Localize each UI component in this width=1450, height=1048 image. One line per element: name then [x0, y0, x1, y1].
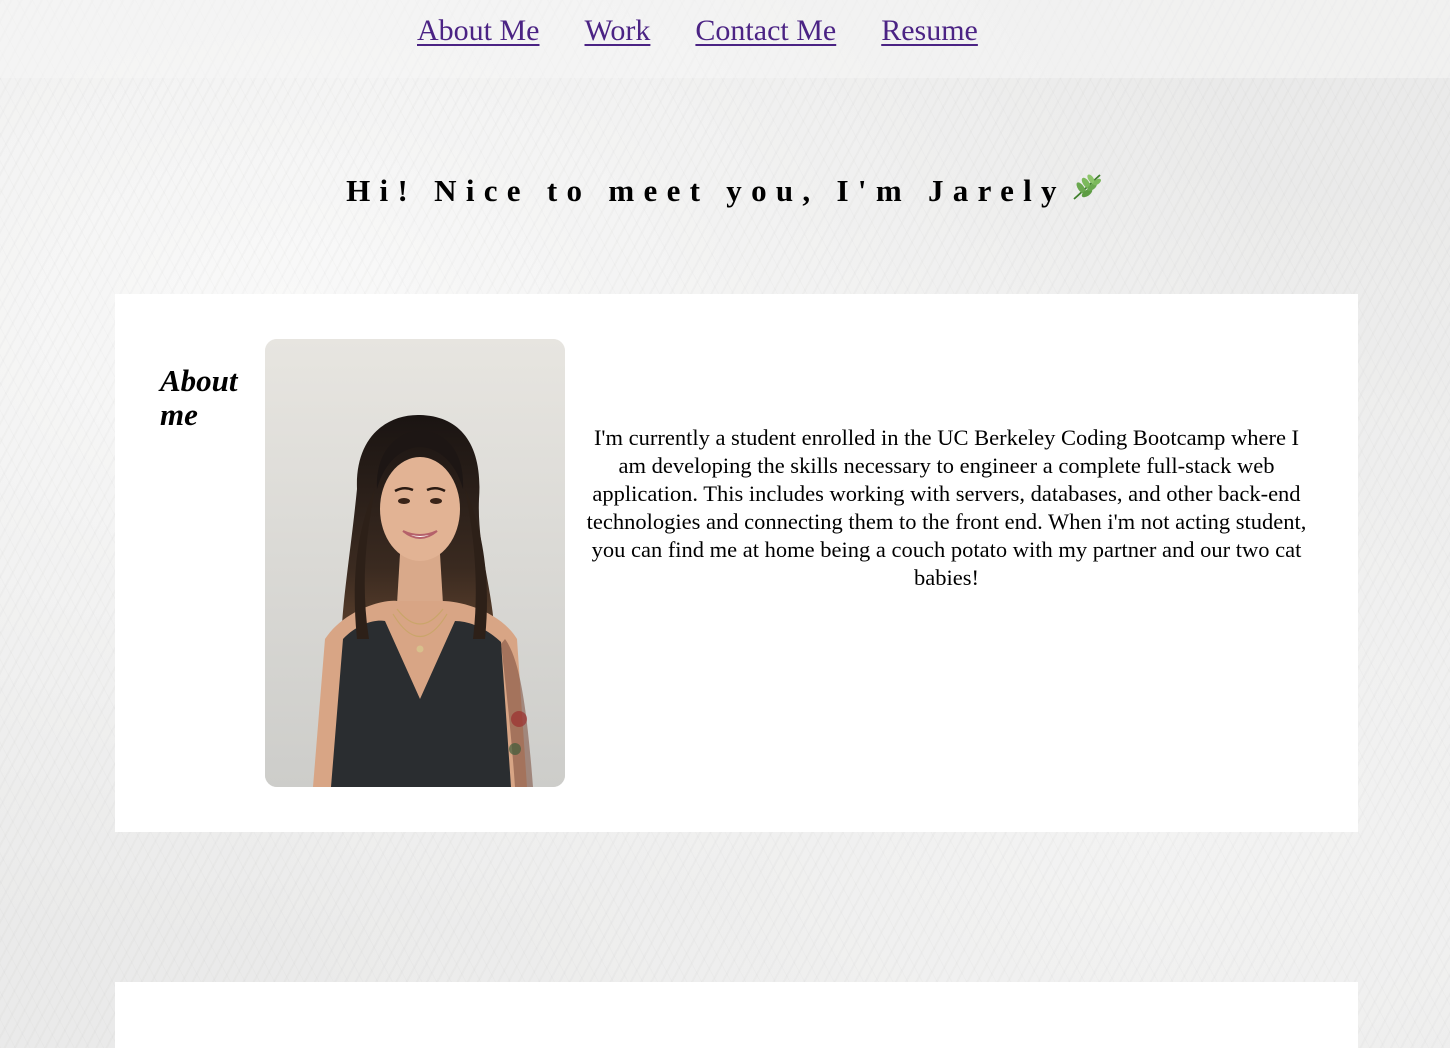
leaf-icon — [1070, 172, 1104, 210]
about-description: I'm currently a student enrolled in the … — [586, 425, 1307, 590]
nav-link-resume[interactable]: Resume — [881, 14, 978, 47]
nav-link-work[interactable]: Work — [585, 14, 651, 47]
nav-link-about-me[interactable]: About Me — [417, 14, 540, 47]
top-navigation: About Me Work Contact Me Resume — [0, 0, 1450, 78]
next-section-card — [115, 982, 1358, 1048]
hero-title-text: Hi! Nice to meet you, I'm Jarely — [346, 173, 1066, 208]
nav-link-contact-me[interactable]: Contact Me — [695, 14, 836, 47]
about-section: About me I'm currently a student enrolle… — [115, 294, 1358, 832]
nav-item-resume: Resume — [881, 14, 978, 48]
nav-item-contact-me: Contact Me — [695, 14, 836, 48]
nav-item-about-me: About Me — [417, 14, 540, 48]
portrait-photo — [265, 339, 565, 787]
nav-item-work: Work — [585, 14, 651, 48]
about-heading: About me — [160, 363, 238, 432]
nav-list: About Me Work Contact Me Resume — [417, 14, 978, 48]
hero-title: Hi! Nice to meet you, I'm Jarely — [0, 173, 1450, 213]
